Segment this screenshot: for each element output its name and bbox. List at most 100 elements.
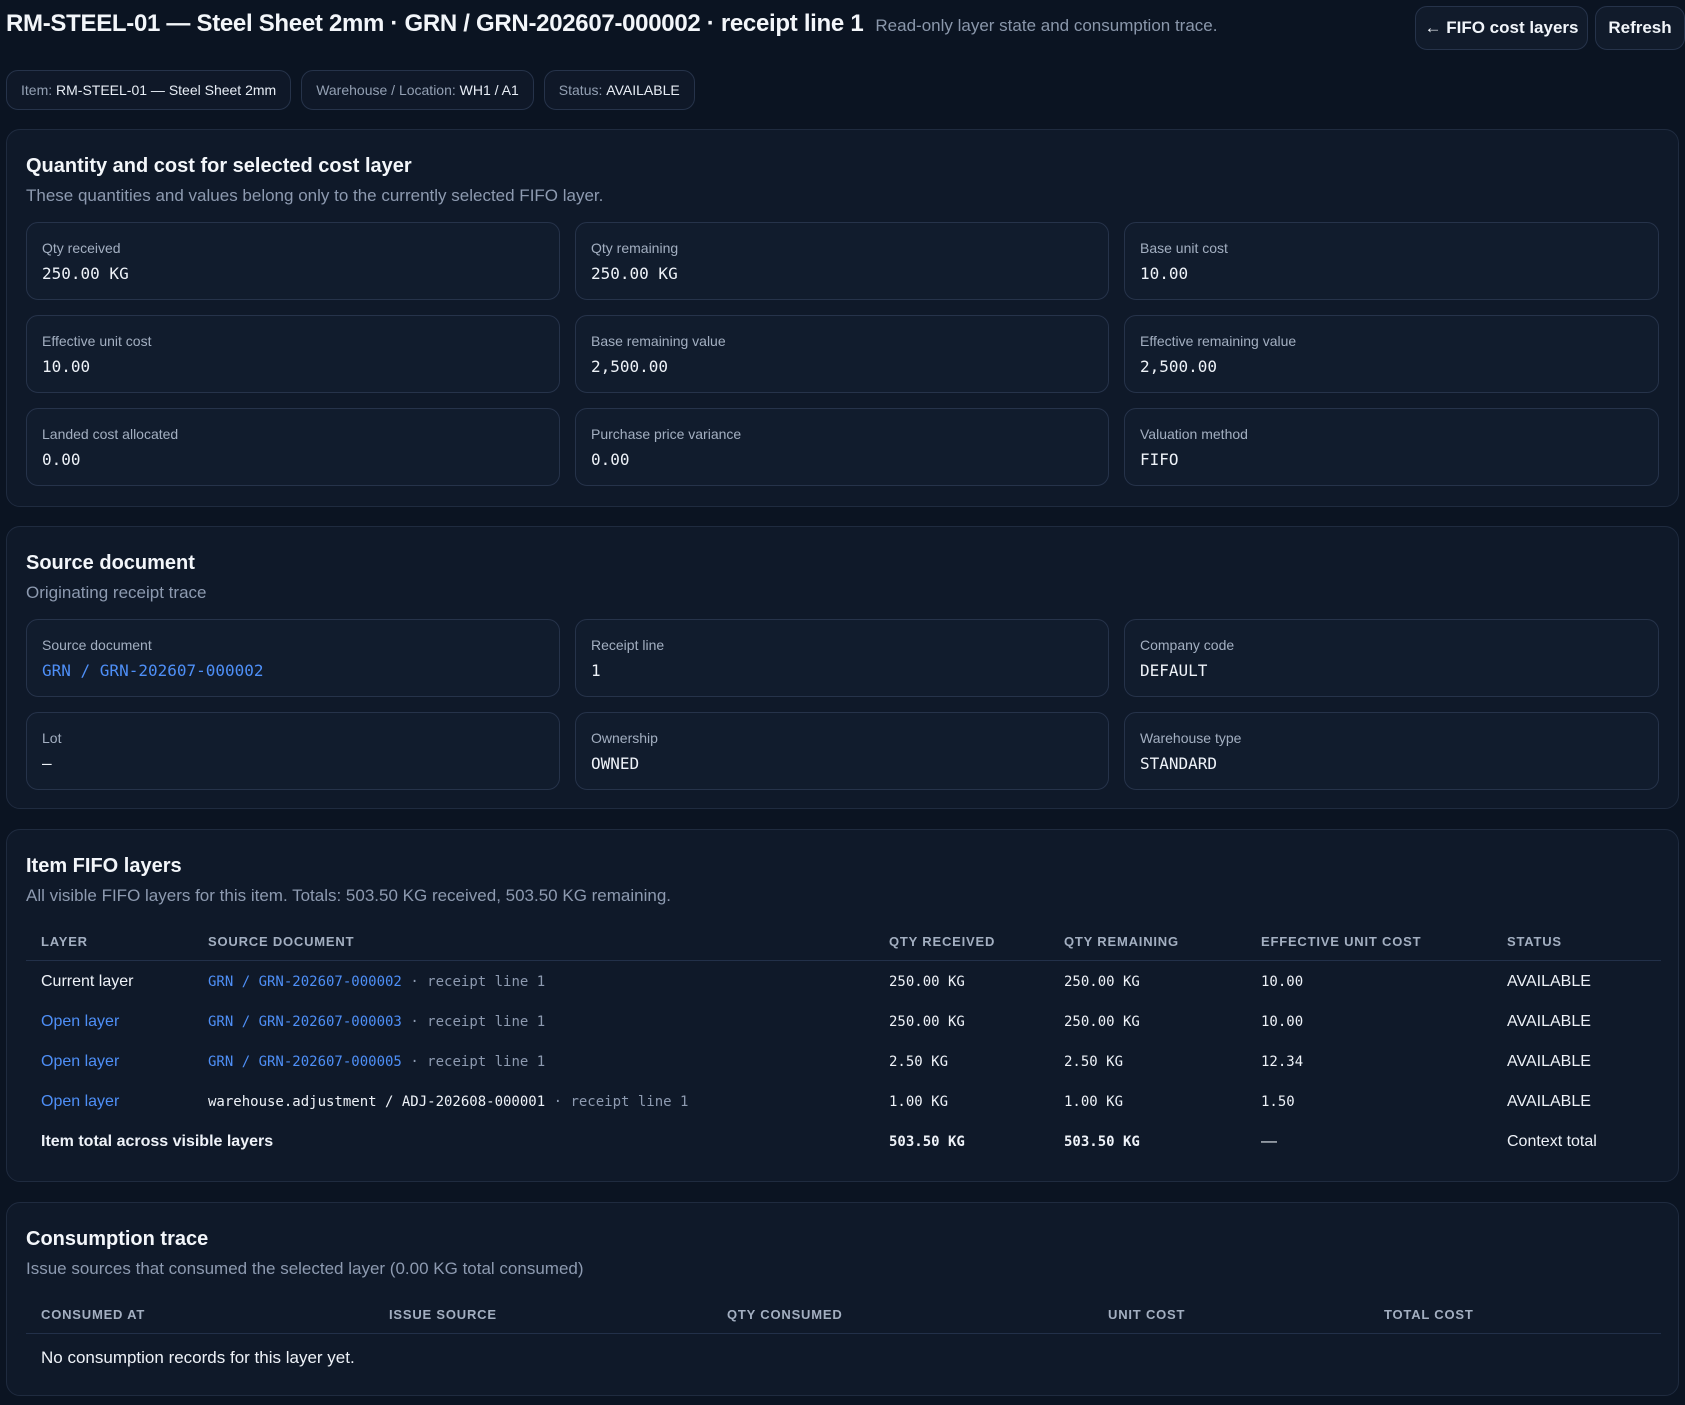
status-cell: AVAILABLE — [1507, 1093, 1591, 1110]
metric-value: FIFO — [1140, 450, 1179, 469]
panel-description: All visible FIFO layers for this item. T… — [26, 886, 672, 905]
table-header: CONSUMED AT ISSUE SOURCE QTY CONSUMED UN… — [26, 1292, 1661, 1334]
cost-metrics-grid: Qty received 250.00 KG Qty remaining 250.0… — [26, 222, 1661, 486]
fifo-layers-table: LAYER SOURCE DOCUMENT QTY RECEIVED QTY R… — [26, 919, 1661, 1161]
metric-label: Qty received — [42, 240, 121, 256]
panel-title: Item FIFO layers — [26, 855, 182, 877]
field-company-code: Company code DEFAULT — [1124, 619, 1659, 697]
metric-label: Purchase price variance — [591, 426, 742, 442]
metric-value: 250.00 KG — [591, 264, 678, 283]
metric-label: Base remaining value — [591, 333, 726, 349]
metric-effective-unit-cost: Effective unit cost 10.00 — [26, 315, 560, 393]
receipt-line-text: · receipt line 1 — [410, 1054, 546, 1070]
consumption-table: CONSUMED AT ISSUE SOURCE QTY CONSUMED UN… — [26, 1292, 1661, 1380]
metric-qty-received: Qty received 250.00 KG — [26, 222, 560, 300]
item-fifo-layers-panel: Item FIFO layers All visible FIFO layers… — [6, 829, 1679, 1182]
unit-cost-cell: 12.34 — [1261, 1054, 1304, 1070]
column-header-total-cost: TOTAL COST — [1384, 1307, 1474, 1322]
source-document-link[interactable]: GRN / GRN-202607-000002 — [208, 974, 402, 990]
status-chip-value: AVAILABLE — [606, 82, 680, 98]
empty-state-row: No consumption records for this layer ye… — [26, 1334, 1661, 1380]
source-document-cell: GRN / GRN-202607-000003 · receipt line 1 — [208, 1014, 545, 1030]
metric-landed-cost: Landed cost allocated 0.00 — [26, 408, 560, 486]
location-chip: Warehouse / Location: WH1 / A1 — [301, 70, 534, 110]
layer-label: Current layer — [41, 973, 134, 990]
unit-cost-cell: 10.00 — [1261, 1014, 1304, 1030]
open-layer-link[interactable]: Open layer — [41, 1053, 119, 1071]
column-header-qty-consumed: QTY CONSUMED — [727, 1307, 843, 1322]
open-layer-link[interactable]: Open layer — [41, 1093, 119, 1111]
qty-received-cell: 2.50 KG — [889, 1054, 949, 1070]
qty-remaining-cell: 250.00 KG — [1064, 1014, 1140, 1030]
metric-value: 10.00 — [42, 357, 91, 376]
source-document-link[interactable]: GRN / GRN-202607-000005 — [208, 1054, 402, 1070]
field-ownership: Ownership OWNED — [575, 712, 1109, 790]
metric-label: Landed cost allocated — [42, 426, 179, 442]
back-to-fifo-layers-button[interactable]: ← FIFO cost layers — [1415, 6, 1588, 50]
total-unit-cost: — — [1261, 1133, 1277, 1150]
qty-received-cell: 1.00 KG — [889, 1094, 949, 1110]
source-document-cell: GRN / GRN-202607-000002 · receipt line 1 — [208, 974, 545, 990]
source-document-link[interactable]: GRN / GRN-202607-000003 — [208, 1014, 402, 1030]
source-fields-grid: Source document GRN / GRN-202607-000002 R… — [26, 619, 1661, 790]
source-document-panel: Source document Originating receipt trac… — [6, 526, 1679, 809]
field-label: Ownership — [591, 730, 658, 746]
field-value: OWNED — [591, 754, 640, 773]
qty-received-cell: 250.00 KG — [889, 974, 965, 990]
column-header-source-document: SOURCE DOCUMENT — [208, 934, 355, 949]
field-label: Source document — [42, 637, 152, 653]
metric-value: 250.00 KG — [42, 264, 129, 283]
column-header-status: STATUS — [1507, 934, 1562, 949]
metric-value: 2,500.00 — [591, 357, 669, 376]
qty-received-cell: 250.00 KG — [889, 1014, 965, 1030]
status-cell: AVAILABLE — [1507, 973, 1591, 990]
source-document-text: warehouse.adjustment / ADJ-202608-000001 — [208, 1094, 546, 1110]
field-warehouse-type: Warehouse type STANDARD — [1124, 712, 1659, 790]
panel-title: Consumption trace — [26, 1228, 209, 1250]
source-document-cell: GRN / GRN-202607-000005 · receipt line 1 — [208, 1054, 545, 1070]
field-label: Company code — [1140, 637, 1235, 653]
metric-label: Base unit cost — [1140, 240, 1228, 256]
consumption-trace-panel: Consumption trace Issue sources that con… — [6, 1202, 1679, 1396]
field-value: 1 — [591, 661, 601, 680]
page-header: RM-STEEL-01 — Steel Sheet 2mm · GRN / GR… — [6, 6, 1685, 50]
field-value: DEFAULT — [1140, 661, 1208, 680]
quantity-cost-panel: Quantity and cost for selected cost laye… — [6, 129, 1679, 507]
column-header-consumed-at: CONSUMED AT — [41, 1307, 146, 1322]
metric-base-remaining-value: Base remaining value 2,500.00 — [575, 315, 1109, 393]
table-row: Current layer GRN / GRN-202607-000002 · … — [26, 961, 1661, 1001]
metric-effective-remaining-value: Effective remaining value 2,500.00 — [1124, 315, 1659, 393]
unit-cost-cell: 10.00 — [1261, 974, 1304, 990]
metric-purchase-price-variance: Purchase price variance 0.00 — [575, 408, 1109, 486]
open-layer-link[interactable]: Open layer — [41, 1013, 119, 1031]
metric-label: Valuation method — [1140, 426, 1248, 442]
receipt-line-text: · receipt line 1 — [410, 974, 546, 990]
item-chip-value: RM-STEEL-01 — Steel Sheet 2mm — [56, 82, 277, 98]
column-header-issue-source: ISSUE SOURCE — [389, 1307, 497, 1322]
field-value: STANDARD — [1140, 754, 1218, 773]
metric-label: Effective unit cost — [42, 333, 152, 349]
qty-remaining-cell: 250.00 KG — [1064, 974, 1140, 990]
status-cell: AVAILABLE — [1507, 1053, 1591, 1070]
field-value: — — [42, 754, 52, 773]
total-status: Context total — [1507, 1133, 1597, 1150]
panel-title: Quantity and cost for selected cost laye… — [26, 155, 412, 177]
metric-valuation-method: Valuation method FIFO — [1124, 408, 1659, 486]
status-chip: Status: AVAILABLE — [543, 70, 695, 110]
table-row: Open layer warehouse.adjustment / ADJ-20… — [26, 1081, 1661, 1121]
summary-chips: Item: RM-STEEL-01 — Steel Sheet 2mm Ware… — [6, 70, 695, 110]
item-chip-label: Item: — [21, 82, 53, 98]
panel-description: These quantities and values belong only … — [26, 186, 604, 205]
metric-value: 0.00 — [42, 450, 81, 469]
status-cell: AVAILABLE — [1507, 1013, 1591, 1030]
refresh-button[interactable]: Refresh — [1595, 6, 1685, 50]
table-total-row: Item total across visible layers 503.50 … — [26, 1121, 1661, 1161]
metric-label: Effective remaining value — [1140, 333, 1297, 349]
metric-qty-remaining: Qty remaining 250.00 KG — [575, 222, 1109, 300]
unit-cost-cell: 1.50 — [1261, 1094, 1295, 1110]
page-title: RM-STEEL-01 — Steel Sheet 2mm · GRN / GR… — [6, 10, 864, 37]
location-chip-label: Warehouse / Location: — [316, 82, 456, 98]
source-document-link[interactable]: GRN / GRN-202607-000002 — [42, 661, 544, 680]
qty-remaining-cell: 2.50 KG — [1064, 1054, 1124, 1070]
location-chip-value: WH1 / A1 — [459, 82, 519, 98]
